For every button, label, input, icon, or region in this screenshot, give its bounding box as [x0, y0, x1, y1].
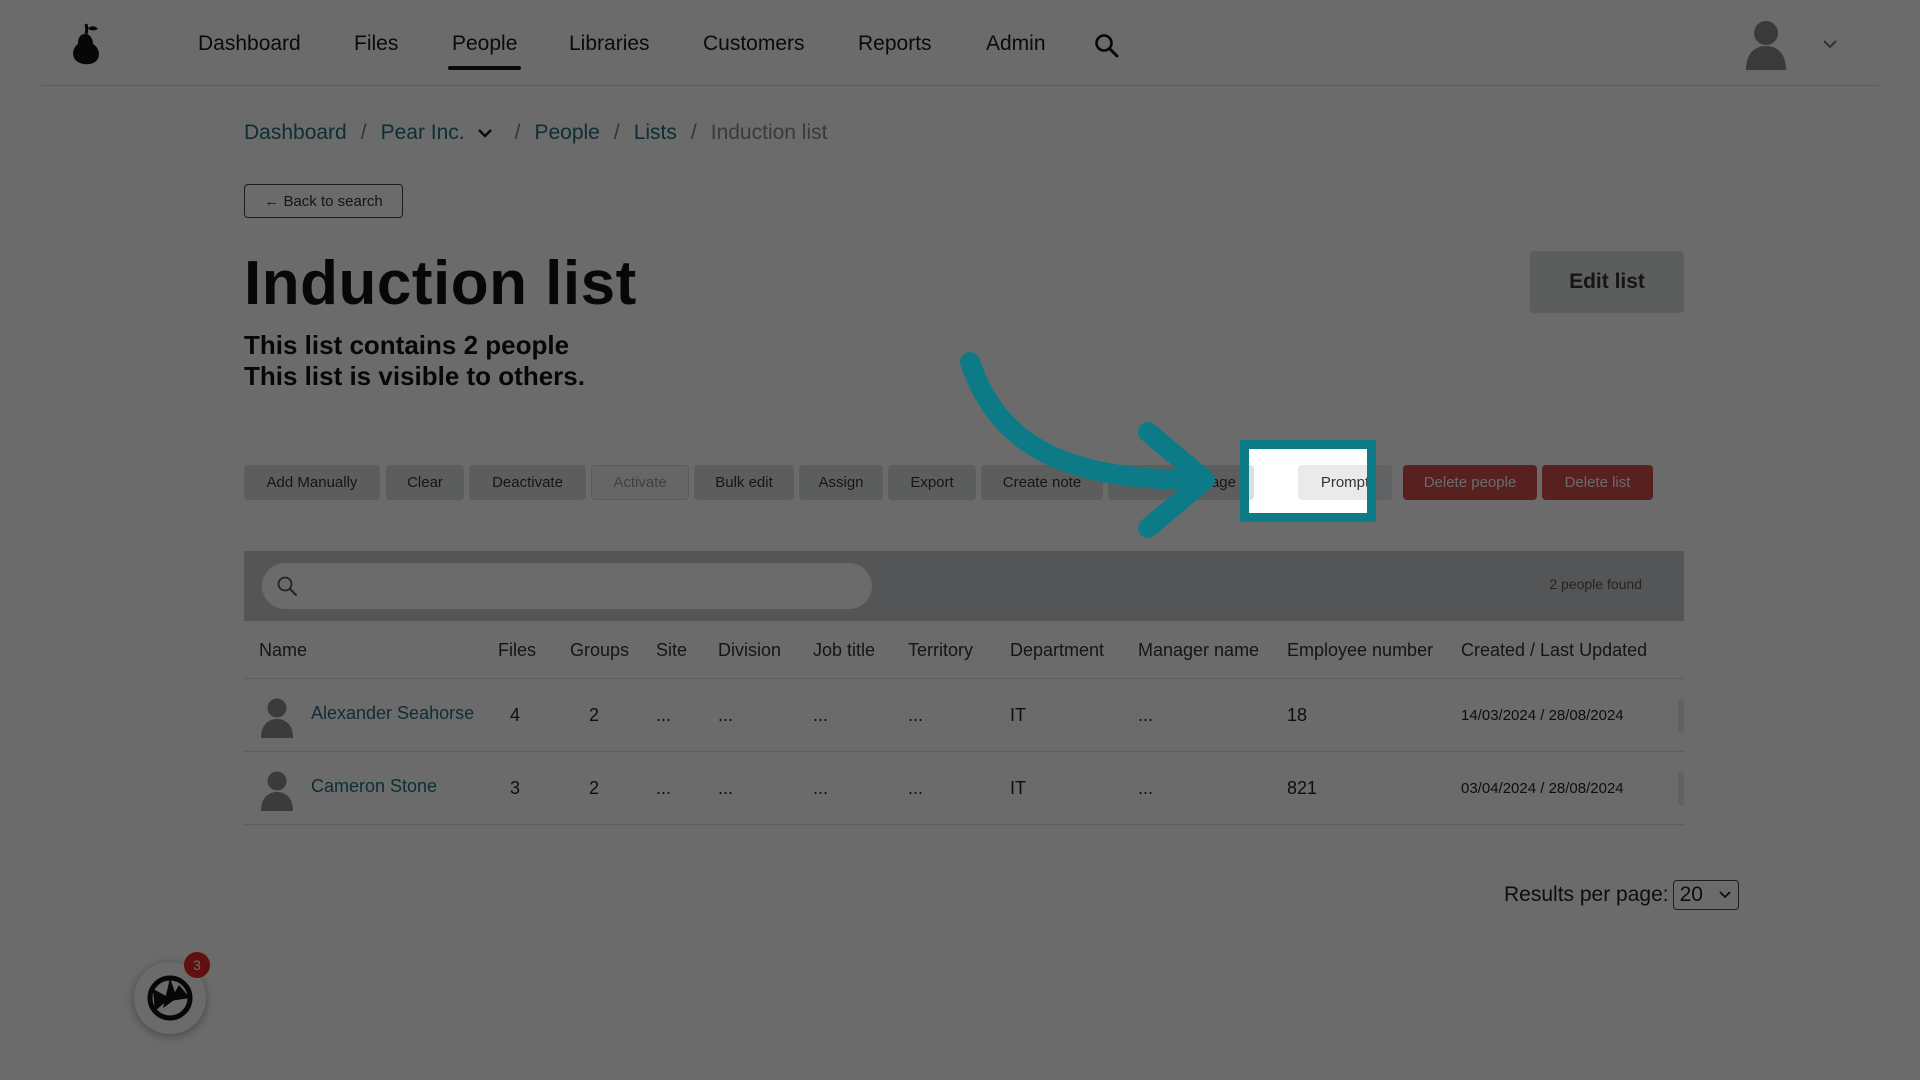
cell-created-updated: 03/04/2024 / 28/08/2024	[1461, 780, 1624, 797]
breadcrumb: Dashboard / Pear Inc. / People / Lists /…	[244, 120, 827, 146]
column-header-job-title[interactable]: Job title	[813, 640, 875, 661]
create-note-button[interactable]: Create note	[981, 465, 1103, 500]
list-summary: This list contains 2 people This list is…	[244, 330, 585, 392]
chevron-down-icon	[1718, 891, 1731, 899]
edit-list-button[interactable]: Edit list	[1530, 251, 1684, 313]
column-header-employee-number[interactable]: Employee number	[1287, 640, 1433, 661]
delete-people-button[interactable]: Delete people	[1403, 465, 1537, 500]
user-avatar-icon[interactable]	[1744, 18, 1788, 70]
person-avatar-icon	[261, 698, 293, 738]
chevron-down-icon[interactable]	[1822, 38, 1838, 50]
results-per-page-select[interactable]: 20	[1672, 880, 1739, 910]
export-button[interactable]: Export	[888, 465, 976, 500]
nav-people[interactable]: People	[447, 32, 522, 70]
column-header-department[interactable]: Department	[1010, 640, 1104, 661]
list-visibility-text: This list is visible to others.	[244, 361, 585, 391]
cell-job-title: ...	[813, 705, 829, 725]
cell-division: ...	[718, 705, 734, 725]
delete-list-button[interactable]: Delete list	[1542, 465, 1653, 500]
search-strip: 2 people found	[244, 551, 1684, 621]
message-button[interactable]: sage	[1108, 465, 1254, 500]
activate-button[interactable]: Activate	[591, 465, 689, 500]
table-row[interactable]: Alexander Seahorse 4 2 ... ... ... ... I…	[244, 679, 1684, 752]
breadcrumb-separator: /	[514, 121, 521, 144]
cell-groups: 2	[589, 705, 600, 725]
breadcrumb-separator: /	[613, 121, 620, 144]
column-header-manager-name[interactable]: Manager name	[1138, 640, 1259, 661]
cell-site: ...	[656, 705, 672, 725]
people-search-input[interactable]	[310, 571, 850, 601]
cell-manager-name: ...	[1138, 705, 1154, 725]
assign-button[interactable]: Assign	[799, 465, 883, 500]
row-scroll-handle[interactable]	[1678, 772, 1684, 806]
column-header-territory[interactable]: Territory	[908, 640, 973, 661]
person-name-link[interactable]: Cameron Stone	[311, 776, 437, 797]
add-manually-button[interactable]: Add Manually	[244, 465, 380, 500]
person-avatar-icon	[261, 771, 293, 811]
nav-files[interactable]: Files	[354, 32, 398, 56]
cell-manager-name: ...	[1138, 778, 1154, 798]
person-name-link[interactable]: Alexander Seahorse	[311, 703, 474, 724]
search-icon	[277, 576, 297, 596]
column-header-created-updated[interactable]: Created / Last Updated	[1461, 640, 1647, 661]
column-header-division[interactable]: Division	[718, 640, 781, 661]
row-scroll-handle[interactable]	[1678, 699, 1684, 733]
breadcrumb-people[interactable]: People	[534, 120, 599, 146]
app-window: Dashboard Files People Libraries Custome…	[42, 0, 1878, 1080]
cell-groups: 2	[589, 778, 600, 798]
deactivate-button[interactable]: Deactivate	[469, 465, 586, 500]
help-widget-button[interactable]: 3	[134, 952, 210, 1034]
list-count-text: This list contains 2 people	[244, 330, 570, 360]
cell-job-title: ...	[813, 778, 829, 798]
table-row[interactable]: Cameron Stone 3 2 ... ... ... ... IT ...…	[244, 752, 1684, 825]
breadcrumb-separator: /	[360, 121, 367, 144]
cell-files: 4	[510, 705, 521, 725]
cell-territory: ...	[908, 705, 924, 725]
people-table: Name Files Groups Site Division Job titl…	[244, 621, 1684, 825]
cell-department: IT	[1010, 778, 1026, 798]
breadcrumb-dashboard[interactable]: Dashboard	[244, 120, 347, 146]
notification-badge: 3	[184, 952, 210, 978]
aperture-logo-icon	[147, 975, 193, 1021]
column-header-files[interactable]: Files	[498, 640, 536, 661]
cell-site: ...	[656, 778, 672, 798]
nav-customers[interactable]: Customers	[703, 32, 805, 56]
nav-libraries[interactable]: Libraries	[569, 32, 650, 56]
results-per-page-label: Results per page:	[1504, 883, 1669, 906]
table-header: Name Files Groups Site Division Job titl…	[244, 621, 1684, 679]
column-header-groups[interactable]: Groups	[570, 640, 629, 661]
breadcrumb-org[interactable]: Pear Inc.	[381, 120, 465, 146]
results-count: 2 people found	[1549, 576, 1642, 592]
nav-dashboard[interactable]: Dashboard	[198, 32, 301, 56]
breadcrumb-lists[interactable]: Lists	[634, 120, 677, 146]
back-to-search-button[interactable]: ← Back to search	[244, 184, 403, 218]
cell-department: IT	[1010, 705, 1026, 725]
pear-logo-icon[interactable]	[68, 20, 102, 66]
top-navigation: Dashboard Files People Libraries Custome…	[42, 0, 1878, 86]
bulk-edit-button[interactable]: Bulk edit	[694, 465, 794, 500]
cell-created-updated: 14/03/2024 / 28/08/2024	[1461, 707, 1624, 724]
cell-files: 3	[510, 778, 521, 798]
page-title: Induction list	[244, 249, 637, 318]
results-per-page: Results per page: 20	[1504, 880, 1739, 910]
nav-reports[interactable]: Reports	[858, 32, 932, 56]
breadcrumb-separator: /	[690, 121, 697, 144]
column-header-site[interactable]: Site	[656, 640, 687, 661]
cell-territory: ...	[908, 778, 924, 798]
results-per-page-value: 20	[1679, 883, 1703, 906]
search-box[interactable]	[262, 563, 872, 609]
nav-admin[interactable]: Admin	[986, 32, 1046, 56]
cell-employee-number: 18	[1287, 705, 1308, 725]
cell-division: ...	[718, 778, 734, 798]
breadcrumb-current: Induction list	[710, 121, 828, 144]
search-icon[interactable]	[1094, 33, 1120, 59]
clear-button[interactable]: Clear	[386, 465, 464, 500]
cell-employee-number: 821	[1287, 778, 1318, 798]
column-header-name[interactable]: Name	[259, 640, 307, 661]
prompt-button[interactable]: Prompt	[1298, 465, 1392, 500]
chevron-down-icon[interactable]	[477, 127, 493, 139]
